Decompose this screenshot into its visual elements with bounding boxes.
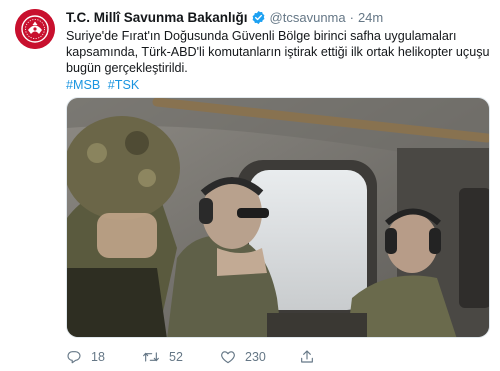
retweet-icon [143,352,159,362]
author-name[interactable]: T.C. Millî Savunma Bakanlığı [66,10,248,25]
like-count: 230 [245,350,266,364]
retweet-count: 52 [169,350,183,364]
share-button[interactable] [299,349,315,365]
tweet-content: T.C. Millî Savunma Bakanlığı @tcsavunma … [66,8,490,93]
separator-dot: · [349,9,354,25]
avatar[interactable] [15,9,55,49]
tweet-photo[interactable] [66,97,490,338]
tweet-timestamp[interactable]: 24m [358,10,383,25]
hashtag-link[interactable]: #MSB [66,78,100,92]
share-icon [301,350,313,363]
hashtag-link[interactable]: #TSK [108,78,140,92]
reply-button[interactable]: 18 [66,349,105,365]
helicopter-cabin-photo [67,98,489,337]
tweet-text: Suriye'de Fırat'ın Doğusunda Güvenli Böl… [66,28,490,77]
tweet-text-line: Suriye'de Fırat'ın Doğusunda Güvenli Böl… [66,29,457,43]
retweet-button[interactable]: 52 [142,349,183,365]
like-button[interactable]: 230 [220,349,266,365]
ministry-emblem-icon [15,9,55,49]
hashtags: #MSB #TSK [66,77,490,93]
tweet-header: T.C. Millî Savunma Bakanlığı @tcsavunma … [66,8,490,26]
reply-icon [67,351,81,364]
verified-badge-icon [251,10,266,25]
heart-icon [221,351,235,364]
tweet-text-line: kapsamında, Türk-ABD'li komutanların işt… [66,45,490,60]
tweet-text-line: bugün gerçekleştirildi. [66,61,188,76]
reply-count: 18 [91,350,105,364]
author-handle[interactable]: @tcsavunma [270,10,346,25]
